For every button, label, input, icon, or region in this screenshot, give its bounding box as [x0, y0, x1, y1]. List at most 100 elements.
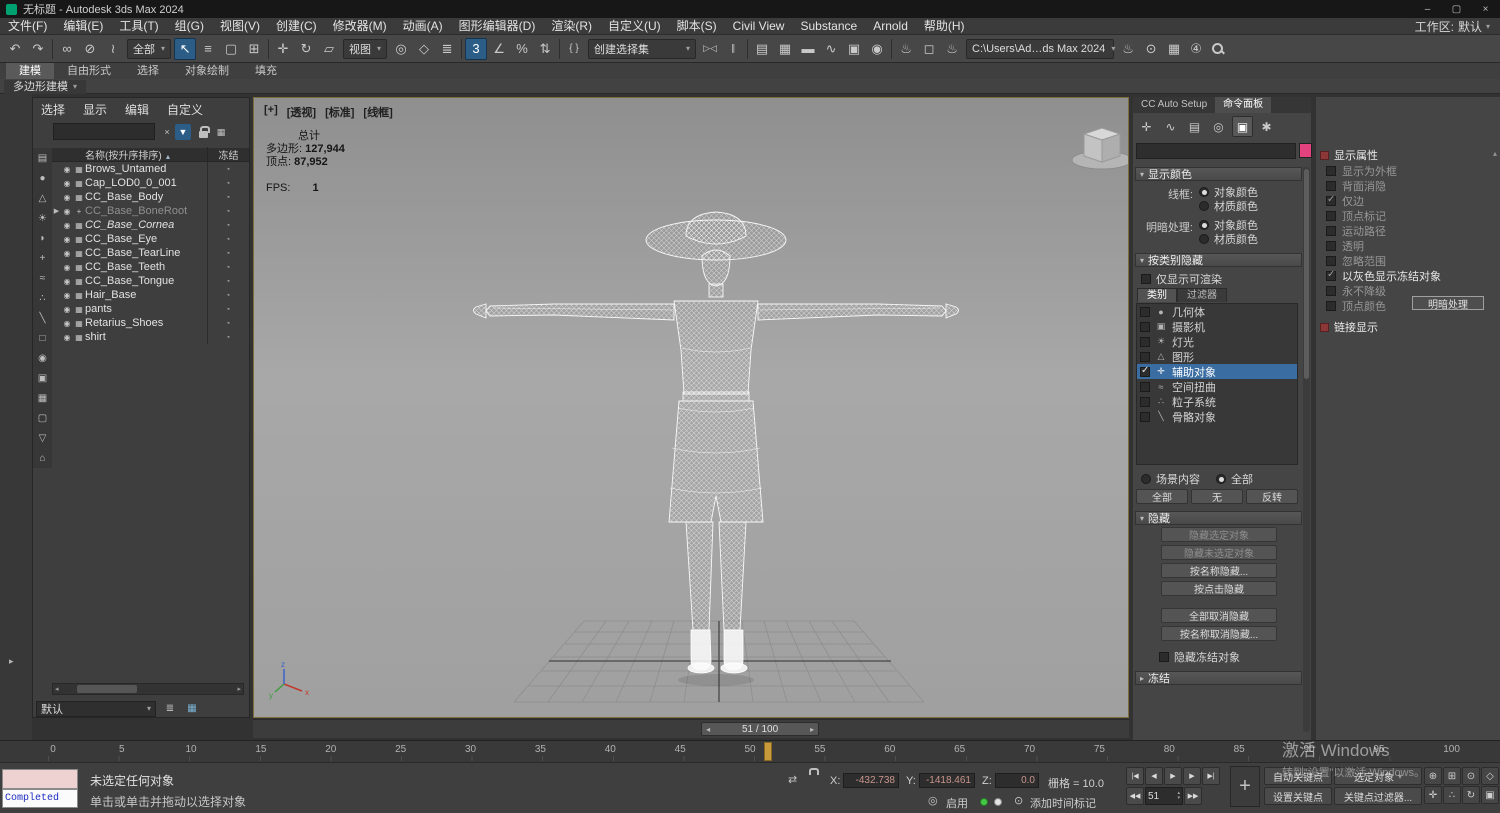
select-and-rotate-icon[interactable]: ↻ [295, 38, 317, 60]
previous-frame-arrow-icon[interactable]: ◂ [706, 725, 710, 734]
scroll-left-icon[interactable]: ◂ [55, 685, 59, 693]
menu-item[interactable]: 文件(F) [0, 18, 55, 34]
viewport-canvas[interactable]: x y z [254, 98, 1128, 717]
undo-icon[interactable]: ↶ [4, 38, 26, 60]
polygon-modeling-tab[interactable]: 多边形建模 ▾ [4, 80, 87, 94]
material-editor-icon[interactable]: ◉ [866, 38, 888, 60]
explorer-display-all-icon[interactable]: ▤ [34, 148, 51, 168]
category-row[interactable]: ✛ 辅助对象 [1137, 364, 1297, 379]
freeze-toggle-icon[interactable]: ▪ [207, 190, 249, 204]
category-checkbox[interactable] [1140, 336, 1150, 347]
visibility-eye-icon[interactable]: ◉ [61, 221, 73, 230]
scroll-right-icon[interactable]: ▸ [237, 685, 241, 693]
rectangular-selection-region-icon[interactable]: ▢ [220, 38, 242, 60]
enable-on-dot[interactable] [980, 798, 988, 806]
schematic-view-icon[interactable]: ▣ [843, 38, 865, 60]
scroll-up-icon[interactable]: ▴ [1493, 149, 1497, 158]
bind-to-space-warp-icon[interactable]: ≀ [102, 38, 124, 60]
explorer-search-input[interactable] [53, 123, 155, 140]
object-name[interactable]: CC_Base_TearLine [85, 247, 207, 259]
property-checkbox[interactable] [1326, 165, 1336, 176]
explorer-horizontal-scrollbar[interactable]: ◂ ▸ [52, 683, 244, 695]
explorer-lock-icon[interactable]: ▢ [34, 408, 51, 428]
perspective-viewport[interactable]: x y z [+] [透视] [标准] [线框] ▼ 总计 多边形: 127,944 … [253, 97, 1129, 718]
menu-item[interactable]: 视图(V) [212, 18, 268, 34]
modify-tab-icon[interactable]: ∿ [1160, 116, 1181, 137]
ribbon-tab[interactable]: 填充 [242, 63, 290, 79]
zoom-extents-icon[interactable]: ⊙ [1462, 767, 1480, 785]
maximize-button[interactable]: ▢ [1442, 0, 1471, 18]
select-and-scale-icon[interactable]: ▱ [318, 38, 340, 60]
add-time-tag-label[interactable]: 添加时间标记 [1030, 795, 1096, 811]
explorer-settings-icon[interactable]: ≣ [162, 701, 178, 717]
display-property-row[interactable]: 显示为外框 [1326, 163, 1494, 178]
explorer-display-lights-icon[interactable]: ☀ [34, 208, 51, 228]
column-chooser-icon[interactable]: ▦ [213, 124, 229, 140]
snaps-toggle-icon[interactable]: 3 [465, 37, 488, 60]
hide-rollout[interactable]: ▾ 隐藏 [1135, 511, 1302, 525]
display-property-row[interactable]: 运动路径 [1326, 223, 1494, 238]
absolute-mode-icon[interactable]: ⇄ [788, 773, 797, 786]
utilities-tab-icon[interactable]: ✱ [1256, 116, 1277, 137]
menu-item[interactable]: Civil View [725, 18, 793, 34]
toggle-scene-explorer-icon[interactable]: ▤ [751, 38, 773, 60]
hide-by-category-rollout[interactable]: ▾ 按类别隐藏 [1135, 253, 1302, 267]
explorer-row[interactable]: ◉ ▦ pants ▪ [52, 302, 249, 316]
explorer-row[interactable]: ◉ ▦ CC_Base_Tongue ▪ [52, 274, 249, 288]
freeze-toggle-icon[interactable]: ▪ [207, 302, 249, 316]
object-name[interactable]: CC_Base_Body [85, 191, 207, 203]
selection-filter-dropdown[interactable]: 全部 ▾ [127, 38, 172, 59]
frame-spinner[interactable]: ▴ ▾ [1177, 791, 1180, 801]
mirror-icon[interactable]: ▷◁ [699, 38, 721, 60]
ribbon-tab[interactable]: 自由形式 [54, 63, 124, 79]
property-checkbox[interactable] [1326, 194, 1336, 206]
add-keys-button[interactable]: + [1230, 766, 1260, 807]
next-frame-arrow-icon[interactable]: ▸ [810, 725, 814, 734]
menu-item[interactable]: 脚本(S) [669, 18, 725, 34]
menu-item[interactable]: Arnold [865, 18, 916, 34]
redo-icon[interactable]: ↷ [27, 38, 49, 60]
edit-named-selection-sets-icon[interactable]: { } [563, 38, 585, 60]
set-key-button[interactable]: 设置关键点 [1264, 787, 1332, 805]
zoom-icon[interactable]: ⊕ [1424, 767, 1442, 785]
walk-through-icon[interactable]: ∴ [1443, 786, 1461, 804]
display-properties-header[interactable]: 显示属性 [1320, 147, 1378, 163]
explorer-display-spacewarps-icon[interactable]: ≈ [34, 268, 51, 288]
object-name[interactable]: Hair_Base [85, 289, 207, 301]
explorer-filter-icon[interactable]: ▽ [34, 428, 51, 448]
viewport-filter-icon[interactable]: ▼ [374, 106, 382, 115]
ribbon-tab[interactable]: 选择 [124, 63, 172, 79]
freeze-toggle-icon[interactable]: ▪ [207, 204, 249, 218]
clear-search-icon[interactable]: × [159, 124, 175, 140]
toggle-layer-explorer-icon[interactable]: ▦ [774, 38, 796, 60]
object-name[interactable]: CC_Base_Eye [85, 233, 207, 245]
explorer-row[interactable]: ◉ ▦ Retarius_Shoes ▪ [52, 316, 249, 330]
category-filter-tab[interactable]: 类别 [1137, 288, 1177, 302]
viewport-label-segment[interactable]: [标准] [325, 104, 354, 120]
percent-snap-icon[interactable]: % [511, 38, 533, 60]
named-selection-sets-dropdown[interactable]: 创建选择集 ▾ [588, 38, 697, 59]
orbit-icon[interactable]: ↻ [1462, 786, 1480, 804]
category-row[interactable]: ▣ 摄影机 [1137, 319, 1297, 334]
explorer-row[interactable]: ◉ ▦ CC_Base_Teeth ▪ [52, 260, 249, 274]
align-icon[interactable]: ∥ [722, 38, 744, 60]
all-categories-radio[interactable]: 全部 [1216, 471, 1253, 487]
key-mode-previous-button[interactable]: ◀◀ [1126, 787, 1144, 805]
explorer-pick-icon[interactable]: ▦ [184, 701, 200, 717]
lock-icon[interactable] [195, 124, 211, 140]
view-cube[interactable] [1071, 127, 1128, 170]
select-and-link-icon[interactable]: ∞ [56, 38, 78, 60]
enable-off-dot[interactable] [994, 798, 1002, 806]
category-action-button[interactable]: 无 [1191, 489, 1243, 504]
keyboard-override-icon[interactable]: ≣ [436, 38, 458, 60]
minimize-button[interactable]: – [1413, 0, 1442, 18]
visibility-eye-icon[interactable]: ◉ [61, 305, 73, 314]
maxscript-macro-recorder[interactable] [2, 769, 78, 789]
render-production-icon[interactable]: ♨ [941, 38, 963, 60]
visibility-eye-icon[interactable]: ◉ [61, 263, 73, 272]
explorer-row[interactable]: ◉ ▦ CC_Base_TearLine ▪ [52, 246, 249, 260]
selected-objects-dropdown[interactable]: 选定对象 ▾ [1334, 767, 1422, 785]
z-coordinate-field[interactable]: 0.0 [995, 773, 1039, 788]
shaded-material-color-radio[interactable]: 材质颜色 [1199, 231, 1258, 247]
scrollbar-thumb[interactable] [1304, 169, 1309, 379]
